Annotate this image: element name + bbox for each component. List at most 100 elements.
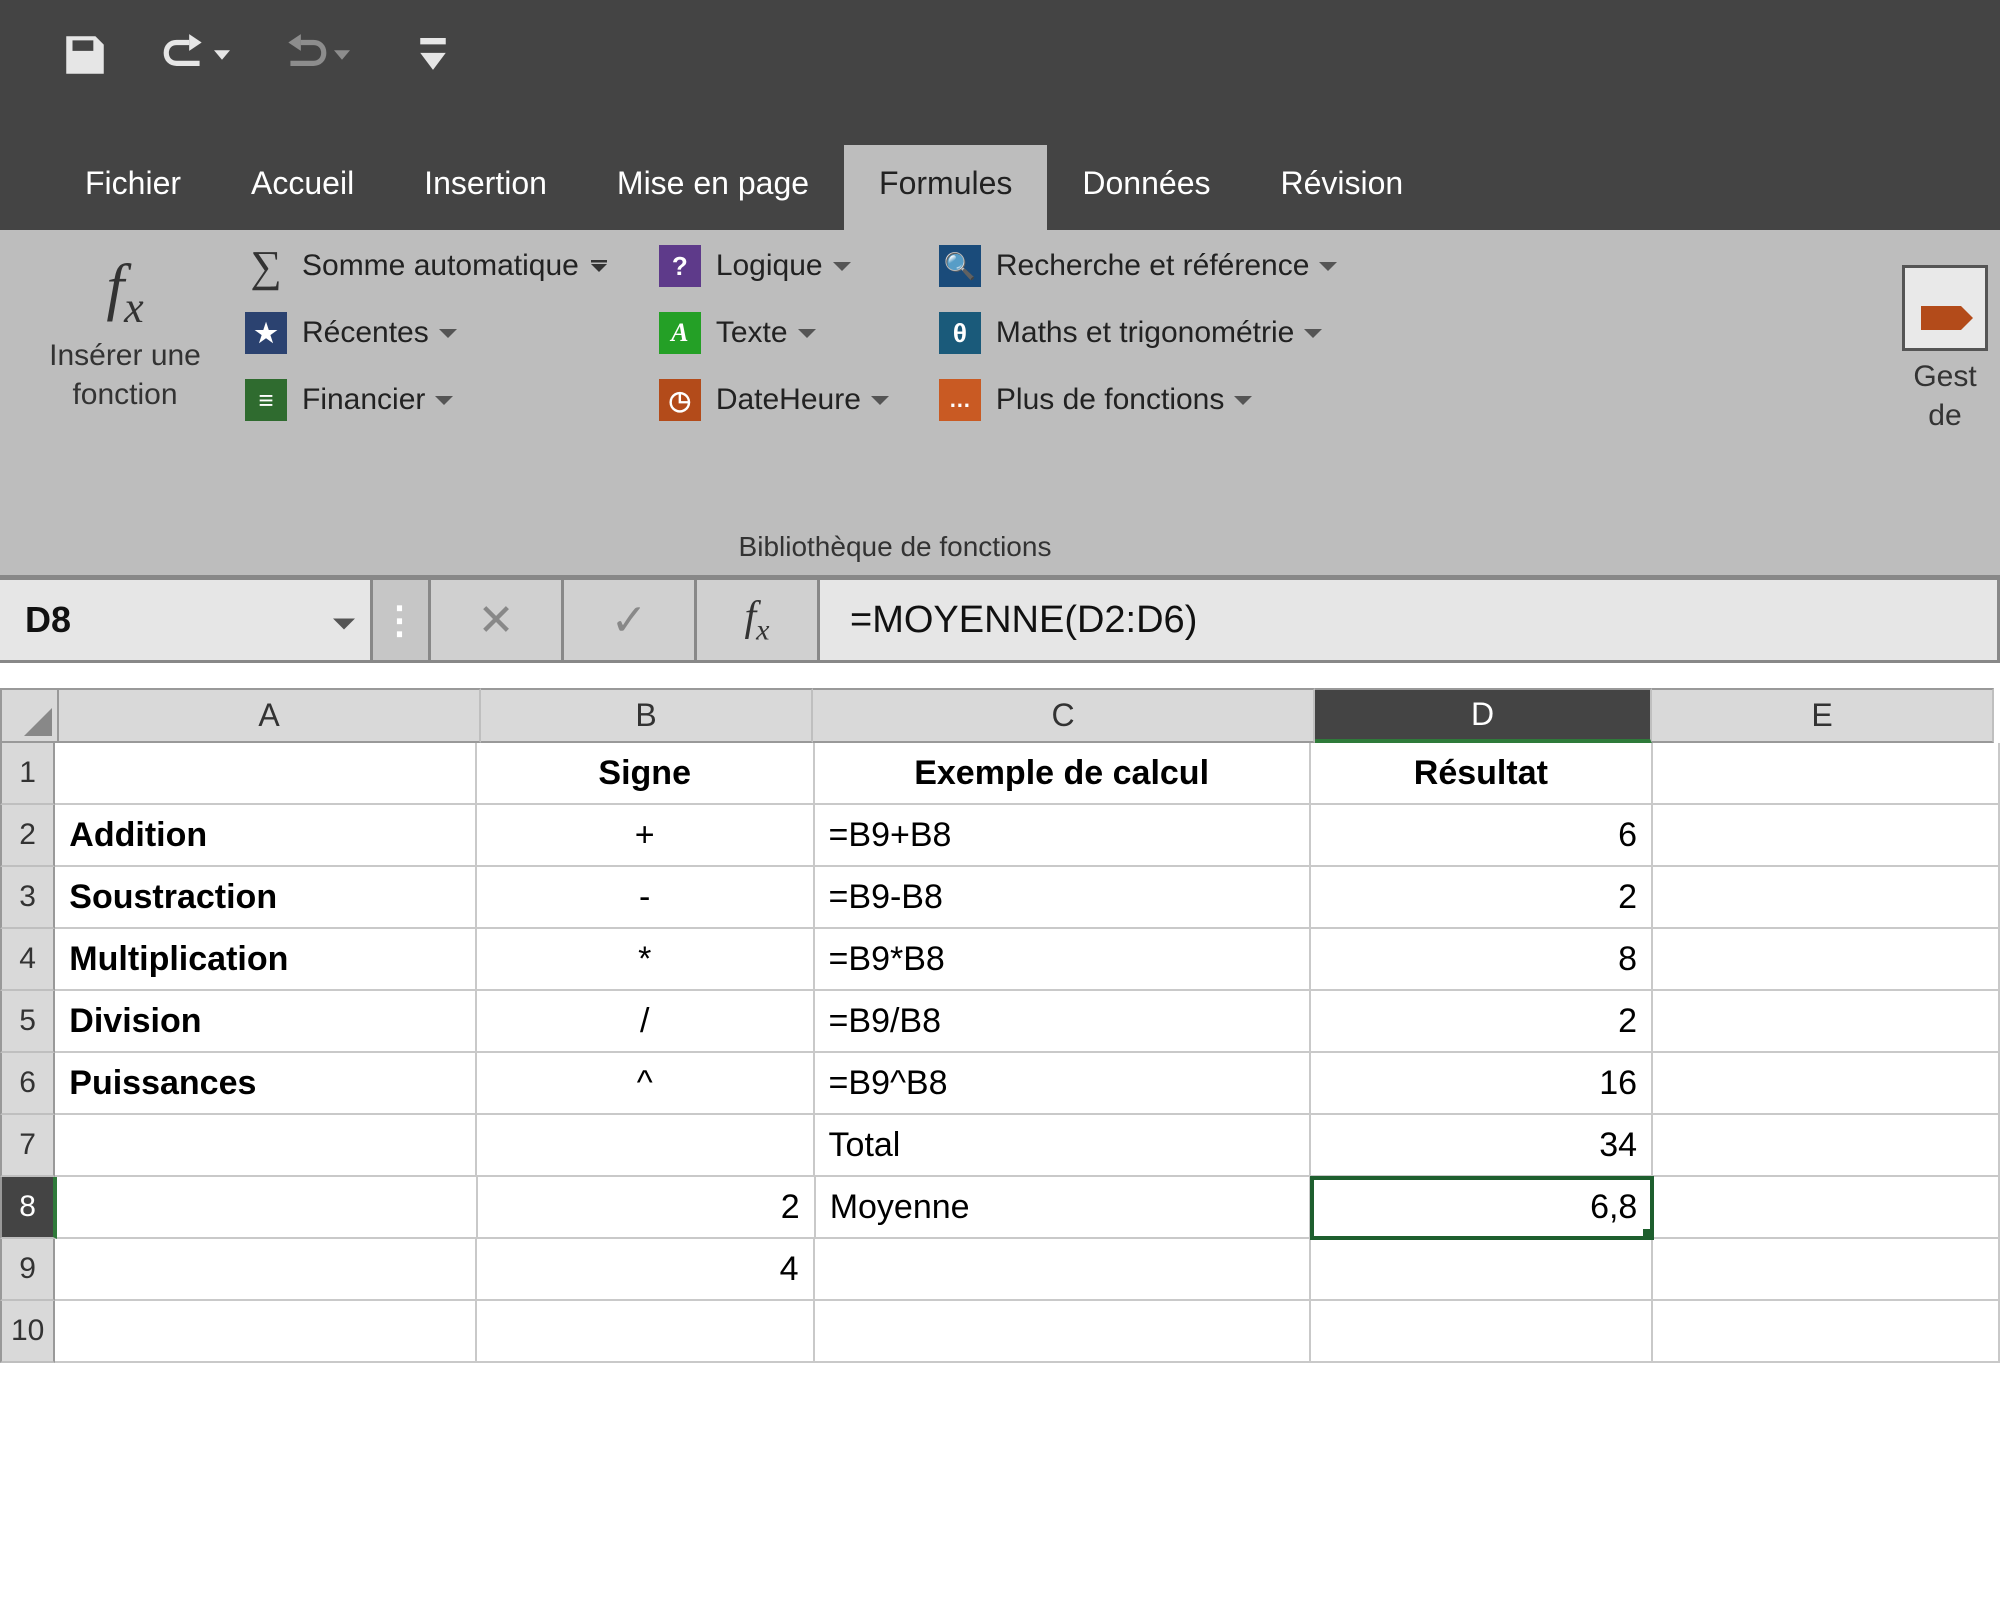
cell[interactable]: * [477,929,815,991]
cell[interactable]: Signe [477,743,815,805]
spreadsheet-grid: A B C D E 1 SigneExemple de calculRésulta… [0,688,2000,1600]
row-header-6[interactable]: 6 [0,1053,55,1115]
row-header-5[interactable]: 5 [0,991,55,1053]
cell[interactable] [1311,1239,1653,1301]
name-manager-icon[interactable] [1902,265,1988,351]
cell[interactable]: =B9/B8 [815,991,1311,1053]
row-header-8[interactable]: 8 [0,1177,57,1239]
col-header-A[interactable]: A [59,688,481,743]
recent-functions-button[interactable]: ★ Récentes [245,312,609,354]
tab-fichier[interactable]: Fichier [50,145,216,230]
text-button[interactable]: A Texte [659,312,889,354]
chevron-down-icon[interactable] [333,601,355,640]
row-header-2[interactable]: 2 [0,805,55,867]
cell[interactable]: 16 [1311,1053,1653,1115]
insert-function-fx-button[interactable]: fx [697,580,820,660]
cell[interactable]: Puissances [55,1053,477,1115]
cell[interactable] [55,1115,477,1177]
cell[interactable]: =B9+B8 [815,805,1311,867]
row-header-10[interactable]: 10 [0,1301,55,1363]
cell[interactable] [1653,1301,2000,1363]
cell[interactable]: Résultat [1311,743,1653,805]
cell[interactable]: ^ [477,1053,815,1115]
cell[interactable]: - [477,867,815,929]
tab-donnees[interactable]: Données [1047,145,1245,230]
cell[interactable]: Multiplication [55,929,477,991]
insert-function-button[interactable]: fx Insérer unefonction [25,255,225,421]
name-box[interactable] [0,580,373,660]
cell[interactable] [1653,991,2000,1053]
row-header-4[interactable]: 4 [0,929,55,991]
name-box-input[interactable] [0,579,370,661]
redo-button[interactable] [280,30,350,80]
customize-qat-button[interactable] [420,38,446,72]
cell[interactable] [1311,1301,1653,1363]
cell[interactable] [55,743,477,805]
datetime-button[interactable]: ◷ DateHeure [659,379,889,421]
column-headers: A B C D E [0,688,2000,743]
cell[interactable] [477,1115,815,1177]
cell[interactable] [1653,929,2000,991]
cell[interactable] [815,1239,1311,1301]
cell[interactable] [1653,1115,2000,1177]
cell[interactable]: Soustraction [55,867,477,929]
undo-button[interactable] [160,30,230,80]
cell[interactable]: / [477,991,815,1053]
cell[interactable] [1653,743,2000,805]
cell[interactable] [477,1301,815,1363]
select-all-corner[interactable] [0,688,59,743]
star-icon: ★ [245,312,287,354]
cell[interactable]: Moyenne [816,1177,1312,1239]
cell[interactable]: 8 [1311,929,1653,991]
math-trig-button[interactable]: θ Maths et trigonométrie [939,312,1338,354]
cancel-formula-button[interactable]: ✕ [431,580,564,660]
row-header-1[interactable]: 1 [0,743,55,805]
row-header-7[interactable]: 7 [0,1115,55,1177]
col-header-C[interactable]: C [813,688,1315,743]
search-icon: 🔍 [939,245,981,287]
cell[interactable] [1653,1053,2000,1115]
confirm-formula-button[interactable]: ✓ [564,580,697,660]
cell[interactable]: 34 [1311,1115,1653,1177]
tab-insertion[interactable]: Insertion [389,145,582,230]
cell[interactable]: 6 [1311,805,1653,867]
expand-name-box[interactable]: ⋮ [373,580,431,660]
row-header-3[interactable]: 3 [0,867,55,929]
lookup-button[interactable]: 🔍 Recherche et référence [939,245,1338,287]
cell[interactable] [815,1301,1311,1363]
cell[interactable] [57,1177,478,1239]
cell[interactable]: 2 [478,1177,815,1239]
formula-input[interactable] [820,579,1997,661]
cell[interactable]: 2 [1311,867,1653,929]
more-functions-button[interactable]: … Plus de fonctions [939,379,1338,421]
cell[interactable] [1653,867,2000,929]
cell[interactable]: 2 [1311,991,1653,1053]
col-header-E[interactable]: E [1652,688,1994,743]
cell[interactable] [55,1301,477,1363]
tab-accueil[interactable]: Accueil [216,145,389,230]
tab-mise-en-page[interactable]: Mise en page [582,145,844,230]
cell[interactable] [1653,1177,2000,1239]
cell[interactable]: Addition [55,805,477,867]
cell[interactable]: =B9^B8 [815,1053,1311,1115]
cell[interactable]: Exemple de calcul [815,743,1311,805]
tab-formules[interactable]: Formules [844,145,1047,230]
financial-button[interactable]: ≡ Financier [245,379,609,421]
cell[interactable]: 6,8 [1311,1177,1653,1239]
row-header-9[interactable]: 9 [0,1239,55,1301]
save-button[interactable] [60,30,110,80]
cell[interactable]: =B9*B8 [815,929,1311,991]
cell[interactable]: 4 [477,1239,815,1301]
cell[interactable]: + [477,805,815,867]
cell[interactable]: =B9-B8 [815,867,1311,929]
tab-revision[interactable]: Révision [1245,145,1438,230]
cell[interactable] [1653,1239,2000,1301]
cell[interactable]: Total [815,1115,1311,1177]
col-header-D[interactable]: D [1315,688,1652,743]
col-header-B[interactable]: B [481,688,813,743]
logical-button[interactable]: ? Logique [659,245,889,287]
autosum-button[interactable]: ∑ Somme automatique [245,245,609,287]
cell[interactable] [55,1239,477,1301]
cell[interactable] [1653,805,2000,867]
cell[interactable]: Division [55,991,477,1053]
